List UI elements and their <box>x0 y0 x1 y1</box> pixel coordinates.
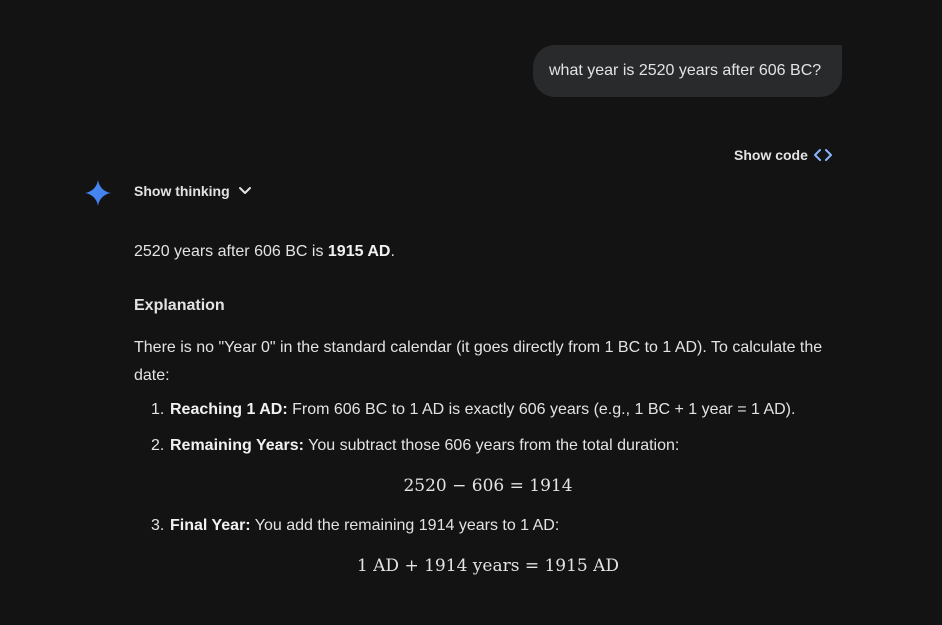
assistant-response: 2520 years after 606 BC is 1915 AD. Expl… <box>134 238 842 592</box>
user-query-text: what year is 2520 years after 606 BC? <box>549 62 822 79</box>
chat-canvas: what year is 2520 years after 606 BC? Sh… <box>0 0 942 625</box>
show-thinking-label: Show thinking <box>134 183 230 199</box>
step-title: Remaining Years: <box>170 437 304 454</box>
show-thinking-toggle[interactable]: Show thinking <box>134 183 252 199</box>
step-number: 2. <box>151 437 165 454</box>
step-item: 1. Reaching 1 AD: From 606 BC to 1 AD is… <box>134 396 842 424</box>
step-title: Reaching 1 AD: <box>170 401 288 418</box>
explanation-intro: There is no "Year 0" in the standard cal… <box>134 339 823 384</box>
gemini-spark-icon <box>85 180 111 206</box>
steps-list: 1. Reaching 1 AD: From 606 BC to 1 AD is… <box>134 396 842 580</box>
step-text: You subtract those 606 years from the to… <box>303 437 680 454</box>
math-equation: 2520 − 606 = 1914 <box>403 476 573 496</box>
step-item: 3. Final Year: You add the remaining 191… <box>134 512 842 580</box>
answer-prefix: 2520 years after 606 BC is <box>134 243 328 260</box>
answer-summary: 2520 years after 606 BC is 1915 AD. <box>134 238 842 266</box>
explanation-heading: Explanation <box>134 297 225 314</box>
step-text: You add the remaining 1914 years to 1 AD… <box>250 517 560 534</box>
chevron-down-icon <box>238 187 251 194</box>
step-number: 3. <box>151 517 165 534</box>
step-title: Final Year: <box>170 517 251 534</box>
user-query-bubble: what year is 2520 years after 606 BC? <box>533 45 842 97</box>
show-code-label: Show code <box>734 147 808 163</box>
code-brackets-icon <box>813 149 832 161</box>
step-number: 1. <box>151 401 165 418</box>
step-text: From 606 BC to 1 AD is exactly 606 years… <box>287 401 796 418</box>
math-equation: 1 AD + 1914 years = 1915 AD <box>356 556 620 576</box>
step-item: 2. Remaining Years: You subtract those 6… <box>134 432 842 500</box>
answer-bold: 1915 AD <box>327 243 391 260</box>
answer-suffix: . <box>390 243 395 260</box>
show-code-button[interactable]: Show code <box>734 147 832 163</box>
